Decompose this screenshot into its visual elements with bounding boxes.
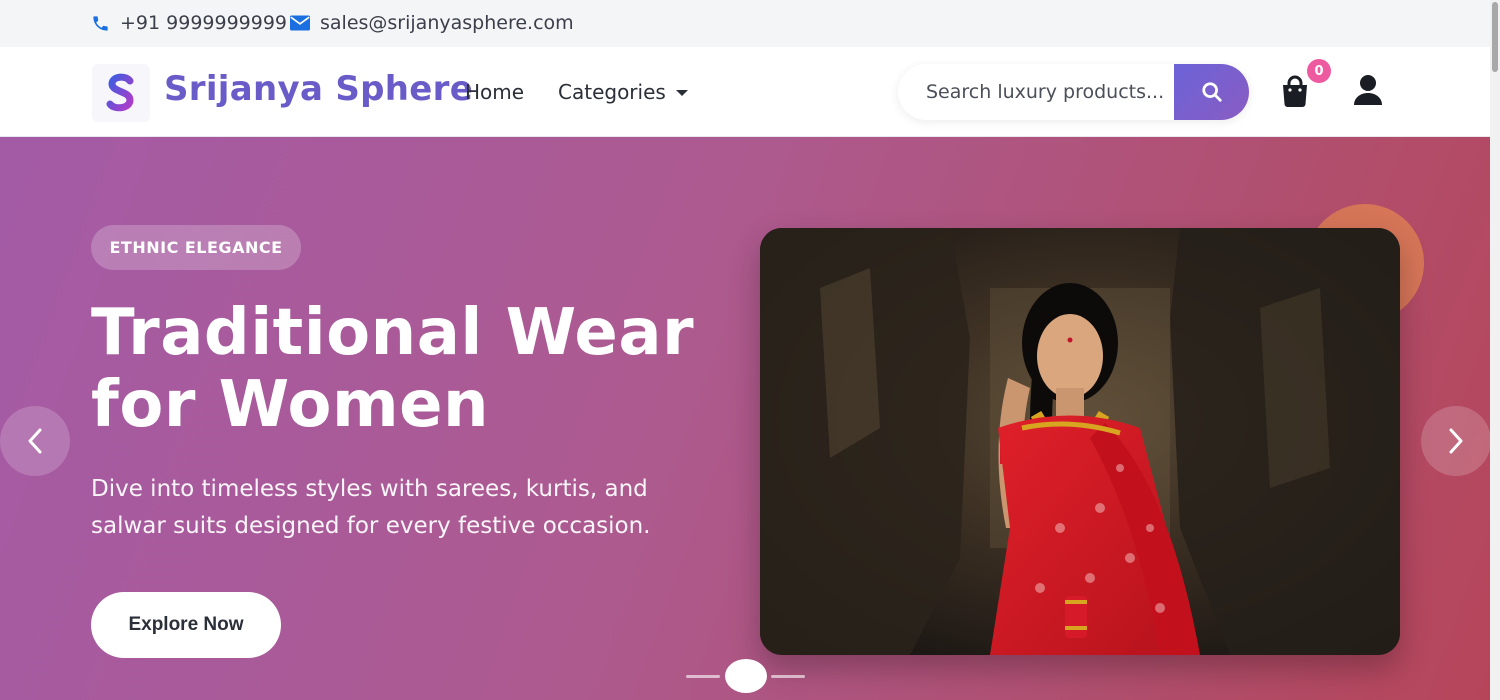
caret-down-icon [675,90,688,96]
user-account-button[interactable] [1353,74,1383,106]
nav-home-link[interactable]: Home [465,80,524,104]
carousel-indicator-1[interactable] [686,675,720,678]
hero-carousel: ETHNIC ELEGANCE Traditional Wear for Wom… [0,137,1490,700]
carousel-indicator-2-active[interactable] [725,659,767,693]
brand-logo[interactable] [92,64,150,122]
cart-count-badge: 0 [1307,59,1331,83]
email-contact[interactable]: sales@srijanyasphere.com [290,12,574,34]
user-icon [1354,75,1382,105]
explore-now-button[interactable]: Explore Now [91,592,281,658]
shopping-bag-icon [1283,75,1307,107]
phone-contact[interactable]: +91 9999999999 [91,12,287,34]
chevron-left-icon [28,428,42,454]
hero-subtitle: Dive into timeless styles with sarees, k… [91,476,651,539]
phone-icon [91,14,110,33]
page-scrollbar-track[interactable] [1490,0,1500,700]
top-contact-bar: +91 9999999999 sales@srijanyasphere.com [0,0,1490,47]
nav-categories-dropdown[interactable]: Categories [558,80,688,104]
chevron-right-icon [1449,428,1463,454]
hero-headline: Traditional Wear for Women [91,297,731,441]
cart-button[interactable] [1280,75,1310,107]
search-input[interactable] [898,64,1174,120]
carousel-indicators [0,657,1490,697]
page-scrollbar-thumb[interactable] [1492,2,1498,72]
carousel-indicator-3[interactable] [771,675,805,678]
nav-categories-label: Categories [558,80,666,104]
logo-s-icon [106,73,134,112]
search-button[interactable] [1174,64,1249,120]
envelope-icon [290,15,310,31]
hero-headline-line1: Traditional Wear [91,296,695,370]
search-bar [898,64,1249,120]
carousel-next-button[interactable] [1421,406,1490,476]
carousel-prev-button[interactable] [0,406,70,476]
phone-number: +91 9999999999 [120,12,288,34]
woman-in-red-saree-image [760,228,1400,655]
hero-category-tag: ETHNIC ELEGANCE [91,225,301,270]
hero-product-image [760,228,1400,655]
search-icon [1201,82,1222,102]
hero-headline-line2: for Women [91,368,490,442]
email-address: sales@srijanyasphere.com [320,12,574,34]
brand-name[interactable]: Srijanya Sphere [164,69,473,109]
main-navbar: Srijanya Sphere Home Categories 0 [0,47,1490,137]
